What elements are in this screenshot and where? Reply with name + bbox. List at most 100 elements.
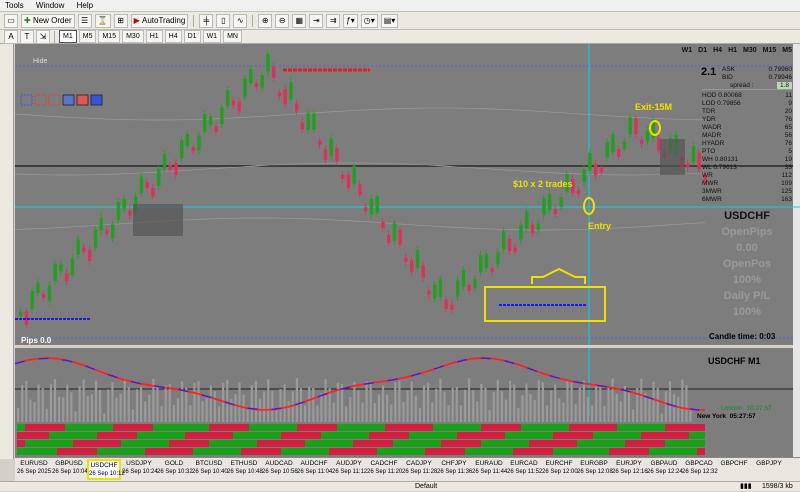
heat-cell bbox=[257, 432, 265, 439]
volume-bar bbox=[533, 400, 536, 422]
candle-chart-icon[interactable]: ▯ bbox=[216, 13, 231, 28]
navigator-icon[interactable]: ⊞ bbox=[113, 13, 128, 28]
candle-body bbox=[553, 209, 558, 214]
heat-cell bbox=[641, 432, 649, 439]
symbol-tab-eurusd[interactable]: EURUSD 26 Sep 2025 bbox=[17, 459, 51, 476]
candle-body bbox=[277, 92, 282, 97]
heat-cell bbox=[577, 424, 585, 431]
menu-window[interactable]: Window bbox=[31, 0, 69, 12]
symbol-tab-chfjpy[interactable]: CHFJPY 26 Sep 11:36 bbox=[437, 459, 472, 476]
chart-shift-icon[interactable]: ⇥ bbox=[309, 13, 324, 28]
symbol-tab-usdjpy[interactable]: USDJPY 26 Sep 10:24 bbox=[122, 459, 158, 476]
price-axis bbox=[793, 44, 800, 457]
line-chart-icon[interactable]: ∿ bbox=[233, 13, 248, 28]
volume-bar bbox=[99, 389, 102, 422]
tf-mn[interactable]: MN bbox=[223, 30, 242, 43]
candle-body bbox=[461, 270, 466, 287]
tf-d1[interactable]: D1 bbox=[183, 30, 201, 43]
symbol-tab-gbpcad[interactable]: GBPCAD 26 Sep 12:32 bbox=[682, 459, 718, 476]
bid-row: BID 0.79946 bbox=[722, 74, 792, 82]
heat-cell bbox=[673, 424, 681, 431]
navigator-strip[interactable] bbox=[0, 44, 14, 459]
candle-body bbox=[381, 221, 385, 229]
symbol-tab-gbpusd[interactable]: GBPUSD 26 Sep 10:04 bbox=[52, 459, 88, 476]
chart-window[interactable]: Hide W1 D1 H4 H1 M30 M15 M5 2.1 ASK 0.799… bbox=[15, 44, 800, 457]
menu-help[interactable]: Help bbox=[72, 0, 98, 12]
tf-btn-m30[interactable]: M30 bbox=[743, 47, 757, 54]
indicators-icon[interactable]: ƒ▾ bbox=[343, 13, 358, 28]
heat-cell bbox=[569, 424, 577, 431]
market-watch-icon[interactable]: ☰ bbox=[77, 13, 92, 28]
tf-btn-h1[interactable]: H1 bbox=[728, 47, 737, 54]
symbol-tab-cadchf[interactable]: CADCHF 26 Sep 11:20 bbox=[367, 459, 402, 476]
volume-bar bbox=[49, 384, 52, 422]
heat-cell bbox=[153, 440, 161, 447]
symbol-tab-gbpaud[interactable]: GBPAUD 26 Sep 12:24 bbox=[647, 459, 683, 476]
heat-cell bbox=[489, 432, 497, 439]
tf-btn-m15[interactable]: M15 bbox=[763, 47, 777, 54]
text-tool-icon[interactable]: A bbox=[4, 29, 18, 44]
heat-cell bbox=[57, 432, 65, 439]
symbol-tab-euraud[interactable]: EURAUD 26 Sep 11:44 bbox=[472, 459, 507, 476]
candle-body bbox=[415, 249, 420, 268]
heat-cell bbox=[561, 440, 569, 447]
volume-bar bbox=[90, 394, 93, 422]
tf-btn-m5[interactable]: M5 bbox=[782, 47, 792, 54]
new-order-button[interactable]: ✚ New Order bbox=[21, 13, 75, 28]
candle-body bbox=[30, 291, 34, 309]
legend-swatch bbox=[90, 94, 103, 106]
symbol-tab-audcad[interactable]: AUDCAD 26 Sep 10:56 bbox=[262, 459, 298, 476]
candle-body bbox=[559, 197, 563, 207]
symbol-tab-btcusd[interactable]: BTCUSD 26 Sep 10:40 bbox=[192, 459, 228, 476]
symbol-tab-ethusd[interactable]: ETHUSD 26 Sep 10:48 bbox=[227, 459, 263, 476]
symbol-tab-date: 26 Sep 12:24 bbox=[647, 469, 683, 475]
zoom-out-icon[interactable]: ⊖ bbox=[275, 13, 290, 28]
autotrading-button[interactable]: ▶ AutoTrading bbox=[130, 13, 189, 28]
templates-icon[interactable]: ▤▾ bbox=[380, 13, 399, 28]
tf-m1[interactable]: M1 bbox=[59, 30, 77, 43]
symbol-tab-usdchf[interactable]: USDCHF 26 Sep 10:12 bbox=[87, 459, 125, 480]
autoscroll-icon[interactable]: ⇉ bbox=[326, 13, 341, 28]
symbol-tab-gbpjpy[interactable]: GBPJPY bbox=[752, 459, 786, 468]
periods-icon[interactable]: ◷▾ bbox=[360, 13, 378, 28]
candle-body bbox=[306, 113, 310, 131]
tf-w1[interactable]: W1 bbox=[202, 30, 222, 43]
heat-cell bbox=[465, 448, 473, 455]
symbol-tab-eurcad[interactable]: EURCAD 26 Sep 11:52 bbox=[507, 459, 542, 476]
tf-m5[interactable]: M5 bbox=[78, 30, 97, 43]
tf-h1[interactable]: H1 bbox=[145, 30, 163, 43]
symbol-tab-gold[interactable]: GOLD 26 Sep 10:32 bbox=[157, 459, 193, 476]
candle-body bbox=[295, 103, 299, 112]
bar-chart-icon[interactable]: ╪ bbox=[199, 13, 214, 28]
heat-cell bbox=[641, 424, 649, 431]
tf-m30[interactable]: M30 bbox=[122, 30, 144, 43]
label-tool-icon[interactable]: T bbox=[20, 29, 34, 44]
zoom-in-icon[interactable]: ⊕ bbox=[258, 13, 273, 28]
volume-bar bbox=[103, 413, 106, 422]
candle-body bbox=[548, 193, 552, 211]
symbol-tab-audjpy[interactable]: AUDJPY 26 Sep 11:12 bbox=[332, 459, 367, 476]
tf-h4[interactable]: H4 bbox=[164, 30, 182, 43]
symbol-tab-eurchf[interactable]: EURCHF 26 Sep 12:00 bbox=[542, 459, 578, 476]
symbol-tab-eurjpy[interactable]: EURJPY 26 Sep 12:16 bbox=[612, 459, 648, 476]
tf-btn-d1[interactable]: D1 bbox=[698, 47, 707, 54]
tf-btn-h4[interactable]: H4 bbox=[713, 47, 722, 54]
symbol-tab-gbpchf[interactable]: GBPCHF bbox=[717, 459, 751, 468]
tf-m15[interactable]: M15 bbox=[98, 30, 121, 43]
volume-bar bbox=[595, 385, 598, 422]
symbol-tab-cadjpy[interactable]: CADJPY 26 Sep 11:28 bbox=[402, 459, 437, 476]
tile-windows-icon[interactable]: ▦ bbox=[292, 13, 307, 28]
chart-window-icon[interactable]: ▭ bbox=[4, 13, 18, 28]
price-chart[interactable] bbox=[15, 44, 800, 457]
symbol-tab-name: GBPCHF bbox=[720, 460, 748, 467]
menu-tools[interactable]: Tools bbox=[0, 0, 29, 12]
heat-cell bbox=[521, 448, 529, 455]
symbol-tab-eurgbp[interactable]: EURGBP 26 Sep 12:08 bbox=[577, 459, 613, 476]
arrows-tool-icon[interactable]: ⇲ bbox=[36, 29, 50, 44]
daily-pl-value: 100% bbox=[732, 306, 762, 318]
hide-button[interactable]: Hide bbox=[33, 58, 47, 65]
tf-btn-w1[interactable]: W1 bbox=[682, 47, 693, 54]
history-icon[interactable]: ⌛ bbox=[94, 13, 111, 28]
heat-cell bbox=[281, 440, 289, 447]
symbol-tab-audchf[interactable]: AUDCHF 26 Sep 11:04 bbox=[297, 459, 332, 476]
